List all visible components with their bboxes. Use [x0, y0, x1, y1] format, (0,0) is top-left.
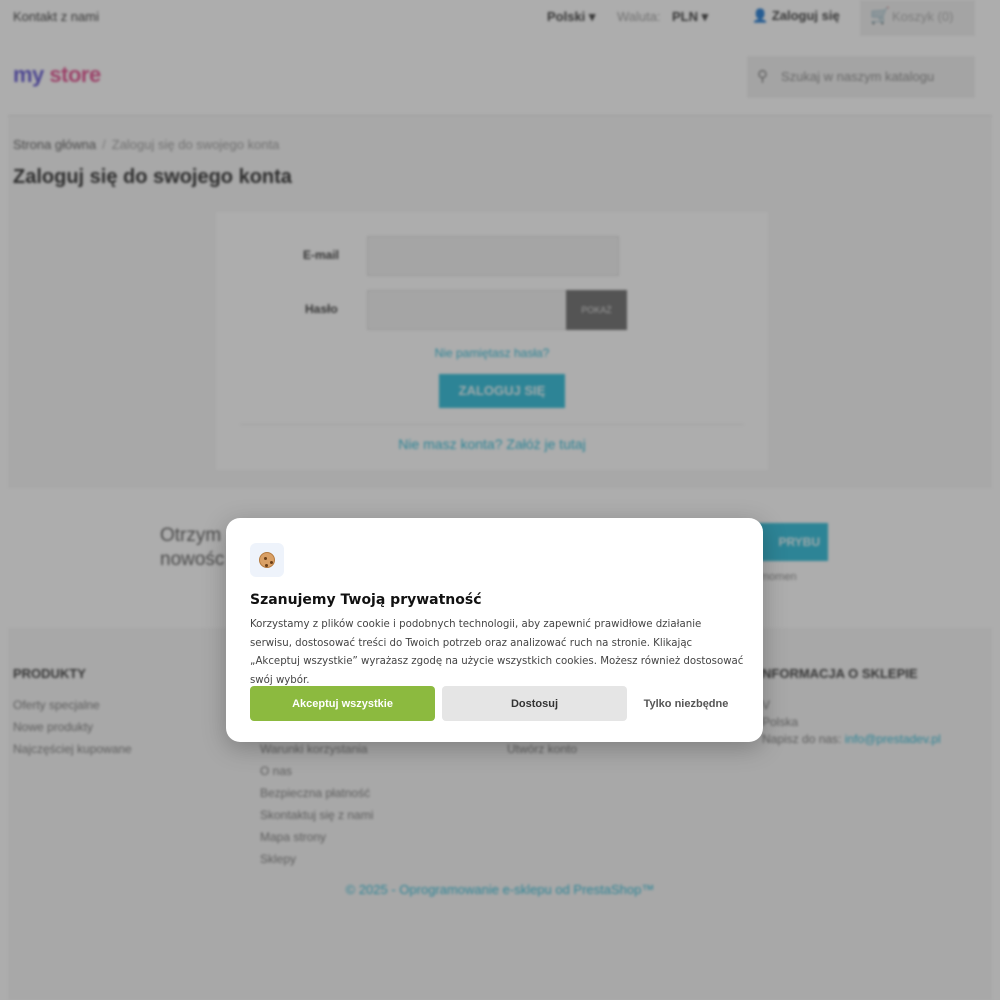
cookie-dialog-text: Korzystamy z plików cookie i podobnych t… — [250, 619, 744, 686]
cookie-icon — [250, 543, 284, 577]
necessary-only-button[interactable]: Tylko niezbędne — [634, 686, 738, 721]
cookie-dialog-title: Szanujemy Twoją prywatność — [250, 592, 482, 608]
cookie-consent-dialog: Szanujemy Twoją prywatność Korzystamy z … — [226, 518, 763, 742]
customize-button[interactable]: Dostosuj — [442, 686, 627, 721]
modal-overlay — [0, 0, 1000, 1000]
accept-all-button[interactable]: Akceptuj wszystkie — [250, 686, 435, 721]
